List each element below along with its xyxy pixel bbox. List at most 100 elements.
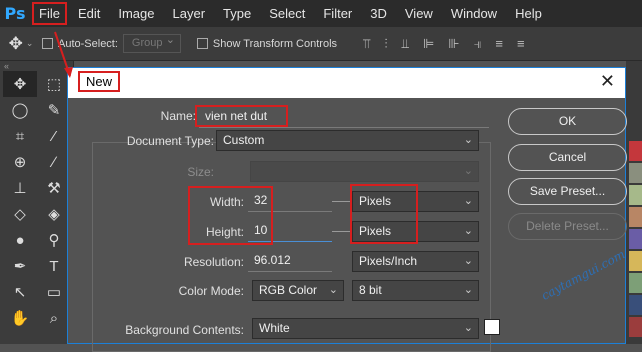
name-highlight — [195, 105, 288, 127]
resolution-unit-value: Pixels/Inch — [359, 254, 418, 268]
chevron-down-icon: ⌄ — [463, 322, 473, 334]
menu-select[interactable]: Select — [260, 0, 314, 27]
resolution-value: 96.012 — [254, 253, 291, 267]
close-icon[interactable]: ✕ — [600, 71, 615, 92]
menu-window[interactable]: Window — [442, 0, 506, 27]
auto-select-dropdown[interactable]: Group — [122, 32, 181, 53]
align-top-icon[interactable]: ⫪ — [363, 36, 370, 52]
background-contents-dropdown[interactable]: White ⌄ — [252, 318, 479, 339]
stamp-tool-icon[interactable]: ⊥ — [3, 175, 37, 201]
chevron-down-icon: ⌄ — [463, 284, 473, 296]
marquee-tool-icon[interactable]: ⬚ — [37, 71, 71, 97]
zoom-tool-icon[interactable]: ⌕ — [37, 305, 71, 331]
menu-edit[interactable]: Edit — [69, 0, 109, 27]
type-tool-icon[interactable]: T — [37, 253, 71, 279]
swatch-strip — [626, 61, 642, 344]
move-tool-icon[interactable]: ✥ — [3, 71, 37, 97]
chevron-down-icon: ⌄ — [463, 165, 473, 177]
blur-tool-icon[interactable]: ● — [3, 227, 37, 253]
swatch-purple[interactable] — [629, 229, 642, 249]
move-tool-preset-icon[interactable]: ✥ ⌄ — [0, 34, 42, 54]
history-brush-tool-icon[interactable]: ⚒ — [37, 175, 71, 201]
menu-image[interactable]: Image — [109, 0, 163, 27]
chevron-down-icon: ⌄ — [463, 255, 473, 267]
dialog-titlebar[interactable]: New ✕ — [68, 68, 625, 98]
swatch-gray[interactable] — [629, 163, 642, 183]
auto-select-label: Auto-Select: — [58, 37, 118, 50]
width-link-line — [332, 201, 352, 202]
swatch-navy[interactable] — [629, 295, 642, 315]
panel-collapse-icon[interactable]: « — [0, 61, 73, 71]
eraser-tool-icon[interactable]: ◇ — [3, 201, 37, 227]
menu-layer[interactable]: Layer — [164, 0, 215, 27]
save-preset-button[interactable]: Save Preset... — [508, 178, 627, 205]
menu-filter[interactable]: Filter — [314, 0, 361, 27]
color-mode-label: Color Mode: — [178, 284, 244, 298]
align-vcenter-icon[interactable]: ⫶ — [384, 36, 387, 52]
rectangle-tool-icon[interactable]: ▭ — [37, 279, 71, 305]
swatch-brown[interactable] — [629, 207, 642, 227]
align-left-icon[interactable]: ⊫ — [423, 36, 434, 52]
color-depth-dropdown[interactable]: 8 bit ⌄ — [352, 280, 479, 301]
cancel-button[interactable]: Cancel — [508, 144, 627, 171]
resolution-input[interactable]: 96.012 — [248, 251, 332, 272]
background-color-swatch[interactable] — [484, 319, 500, 335]
color-mode-dropdown[interactable]: RGB Color ⌄ — [252, 280, 344, 301]
name-label: Name: — [160, 109, 196, 123]
menu-type[interactable]: Type — [214, 0, 260, 27]
eyedropper-tool-icon[interactable]: ⁄ — [37, 123, 71, 149]
chevron-down-icon: ⌄ — [463, 225, 473, 237]
hand-tool-icon[interactable]: ✋ — [3, 305, 37, 331]
distribute-top-icon[interactable]: ≡ — [495, 36, 503, 52]
path-select-tool-icon[interactable]: ↖ — [3, 279, 37, 305]
show-transform-label: Show Transform Controls — [212, 37, 338, 50]
document-type-value: Custom — [223, 133, 265, 147]
photoshop-logo: Ps — [4, 4, 26, 23]
pen-tool-icon[interactable]: ✒ — [3, 253, 37, 279]
menu-view[interactable]: View — [396, 0, 442, 27]
brush-tool-icon[interactable]: ∕ — [37, 149, 71, 175]
distribute-center-icon[interactable]: ≡ — [517, 36, 525, 52]
chevron-down-icon: ⌄ — [328, 284, 338, 296]
swatch-yellow[interactable] — [629, 251, 642, 271]
document-type-dropdown[interactable]: Custom ⌄ — [216, 130, 479, 151]
size-dropdown[interactable]: ⌄ — [250, 161, 479, 182]
options-bar: ✥⌄ Auto-Select: Group Show Transform Con… — [0, 27, 642, 61]
show-transform-checkbox[interactable] — [196, 38, 208, 49]
new-document-dialog: New ✕ Name: vien net dut Document Type: … — [67, 67, 627, 352]
align-hcenter-icon[interactable]: ⊪ — [448, 36, 459, 52]
auto-select-checkbox[interactable] — [42, 38, 53, 49]
height-link-line — [332, 231, 352, 232]
color-mode-value: RGB Color — [259, 283, 318, 297]
chevron-down-icon: ⌄ — [463, 195, 473, 207]
swatch-green[interactable] — [629, 185, 642, 205]
tools-panel: « ✥ ⬚ ◯ ✎ ⌗ ⁄ ⊕ ∕ ⊥ ⚒ ◇ ◈ ● ⚲ ✒ T ↖ ▭ ✋ … — [0, 61, 74, 344]
chevron-down-icon: ⌄ — [463, 134, 473, 146]
healing-brush-tool-icon[interactable]: ⊕ — [3, 149, 37, 175]
lasso-tool-icon[interactable]: ◯ — [3, 97, 37, 123]
swatch-maroon[interactable] — [629, 317, 642, 337]
swatch-sage[interactable] — [629, 273, 642, 293]
size-label: Size: — [187, 165, 214, 179]
size-fields-highlight — [188, 186, 273, 245]
align-buttons: ⫪ ⫶ ⫫ ⊫ ⊪ ⫣ ≡ ≡ — [363, 36, 525, 52]
menu-3d[interactable]: 3D — [361, 0, 396, 27]
dodge-tool-icon[interactable]: ⚲ — [37, 227, 71, 253]
menu-file[interactable]: File — [30, 0, 69, 27]
resolution-unit-dropdown[interactable]: Pixels/Inch ⌄ — [352, 251, 479, 272]
delete-preset-button[interactable]: Delete Preset... — [508, 213, 627, 240]
swatch-red[interactable] — [629, 141, 642, 161]
quick-select-tool-icon[interactable]: ✎ — [37, 97, 71, 123]
color-depth-value: 8 bit — [359, 283, 382, 297]
align-bottom-icon[interactable]: ⫫ — [402, 36, 409, 52]
menu-bar: Ps File Edit Image Layer Type Select Fil… — [0, 0, 642, 27]
crop-tool-icon[interactable]: ⌗ — [3, 123, 37, 149]
background-contents-label: Background Contents: — [125, 323, 244, 337]
paint-bucket-tool-icon[interactable]: ◈ — [37, 201, 71, 227]
resolution-label: Resolution: — [183, 255, 244, 269]
menu-help[interactable]: Help — [506, 0, 551, 27]
align-right-icon[interactable]: ⫣ — [474, 36, 482, 52]
ok-button[interactable]: OK — [508, 108, 627, 135]
unit-fields-highlight — [350, 184, 418, 244]
background-contents-value: White — [259, 321, 290, 335]
